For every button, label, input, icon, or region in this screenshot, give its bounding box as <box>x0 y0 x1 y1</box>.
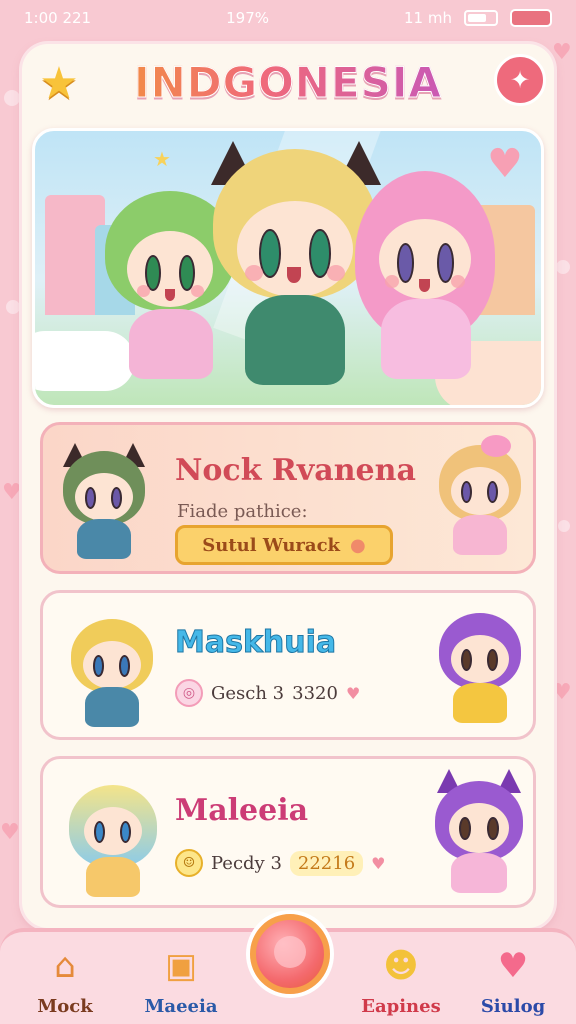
card-avatar-right <box>435 603 525 727</box>
tab-eapines[interactable]: ☻ Eapines <box>346 936 456 1024</box>
heart-icon: ♥ <box>2 480 22 505</box>
heart-balloon-icon: ♥ <box>497 946 529 986</box>
heart-icon: ♥ <box>345 683 361 703</box>
card-stat: ☺ Pecdy 3 22216 ♥ <box>175 849 386 877</box>
smile-coin-icon: ☺ <box>175 849 203 877</box>
card-avatar-right <box>435 435 525 559</box>
heart-icon: ♥ <box>552 40 572 65</box>
card-avatar <box>67 777 159 901</box>
card-stat-text: Gesch 3 <box>211 682 285 704</box>
heart-icon: ♥ <box>552 680 572 705</box>
tab-label: Eapines <box>361 996 441 1017</box>
tab-label: Siulog <box>480 996 546 1017</box>
main-card: ★ INDGONESIA ✦ ♥ ★ <box>22 44 554 928</box>
tab-mock[interactable]: ⌂ Mock <box>10 936 120 1024</box>
battery-icon <box>464 10 498 26</box>
heart-icon: ♥ <box>371 853 386 873</box>
battery-full-icon <box>510 9 552 27</box>
card-stat: ◎ Gesch 3 3320 ♥ <box>175 679 360 707</box>
status-center: 197% <box>226 9 269 27</box>
tab-label: Mock <box>37 996 93 1017</box>
header: ★ INDGONESIA ✦ <box>22 44 554 124</box>
heart-icon: ♥ <box>0 820 20 845</box>
center-orb-button[interactable] <box>250 914 330 994</box>
card-avatar-right <box>431 769 527 897</box>
tab-siulog[interactable]: ♥ Siulog <box>458 936 568 1024</box>
bean-icon: ● <box>350 534 366 556</box>
card-action-label: Sutul Wurack <box>202 534 341 556</box>
card-title: Nock Rvanena <box>175 453 416 488</box>
gift-box-icon: ▣ <box>164 946 198 986</box>
card-subtitle: Fiade pathice: <box>177 501 308 522</box>
list-item[interactable]: Maskhuia ◎ Gesch 3 3320 ♥ <box>40 590 536 740</box>
card-avatar <box>67 611 157 731</box>
status-time: 1:00 221 <box>24 9 92 27</box>
card-avatar <box>59 443 149 563</box>
hero-banner: ♥ ★ <box>32 128 544 408</box>
character-pink-hair <box>355 171 495 391</box>
card-action-button[interactable]: Sutul Wurack ● <box>175 525 393 565</box>
card-stat-text: Pecdy 3 <box>211 852 282 874</box>
card-title: Maskhuia <box>174 625 337 661</box>
card-stat-value: 3320 <box>292 682 338 704</box>
tab-maeeia[interactable]: ▣ Maeeia <box>126 936 236 1024</box>
smiley-badge-icon: ☻ <box>383 946 419 986</box>
candy-icon[interactable]: ✦ <box>494 54 546 106</box>
card-stat-value: 22216 <box>289 850 364 876</box>
status-signal: 11 mh <box>404 9 452 27</box>
tab-bar: ⌂ Mock ▣ Maeeia ☻ Eapines ♥ Siulog <box>0 914 576 1024</box>
card-title: Maleeia <box>175 793 309 828</box>
coin-icon: ◎ <box>175 679 203 707</box>
tab-label: Maeeia <box>144 996 218 1017</box>
status-right: 11 mh <box>404 9 552 27</box>
house-icon: ⌂ <box>54 946 76 986</box>
star-icon: ★ <box>153 147 171 171</box>
app-title: INDGONESIA <box>22 58 554 108</box>
list-item[interactable]: Nock Rvanena Fiade pathice: Sutul Wurack… <box>40 422 536 574</box>
status-bar: 1:00 221 197% 11 mh <box>0 0 576 36</box>
list-item[interactable]: Maleeia ☺ Pecdy 3 22216 ♥ <box>40 756 536 908</box>
